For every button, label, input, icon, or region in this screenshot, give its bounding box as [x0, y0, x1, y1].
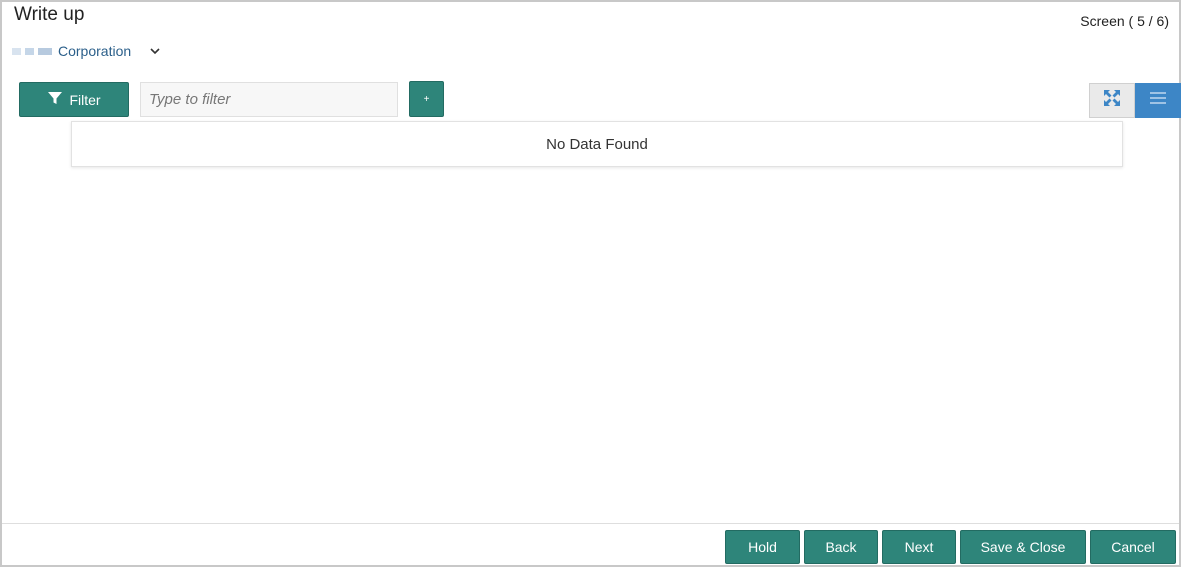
- filter-input[interactable]: [140, 82, 398, 117]
- back-button[interactable]: Back: [804, 530, 878, 564]
- funnel-icon: [47, 90, 63, 109]
- next-button[interactable]: Next: [882, 530, 956, 564]
- tile-view-button[interactable]: [1089, 83, 1135, 118]
- results-panel: No Data Found: [71, 121, 1123, 167]
- footer-bar: Hold Back Next Save & Close Cancel: [2, 523, 1179, 565]
- save-and-close-button[interactable]: Save & Close: [960, 530, 1086, 564]
- write-up-screen: Write up Screen ( 5 / 6) Corporation Fil…: [0, 0, 1181, 567]
- cancel-button[interactable]: Cancel: [1090, 530, 1176, 564]
- view-toggle: [1089, 83, 1181, 118]
- add-button[interactable]: +: [409, 81, 444, 117]
- customer-selector[interactable]: Corporation: [12, 42, 161, 60]
- list-icon: [1150, 91, 1166, 110]
- filter-button-label: Filter: [69, 91, 101, 108]
- filter-button[interactable]: Filter: [19, 82, 129, 117]
- empty-state-message: No Data Found: [546, 135, 648, 153]
- expand-icon: [1103, 89, 1121, 112]
- page-title: Write up: [14, 4, 85, 25]
- screen-indicator: Screen ( 5 / 6): [1080, 13, 1169, 29]
- customer-type-label: Corporation: [58, 43, 132, 59]
- chevron-down-icon[interactable]: [149, 45, 161, 57]
- list-view-button[interactable]: [1135, 83, 1181, 118]
- masked-customer-name: [12, 47, 52, 55]
- hold-button[interactable]: Hold: [725, 530, 800, 564]
